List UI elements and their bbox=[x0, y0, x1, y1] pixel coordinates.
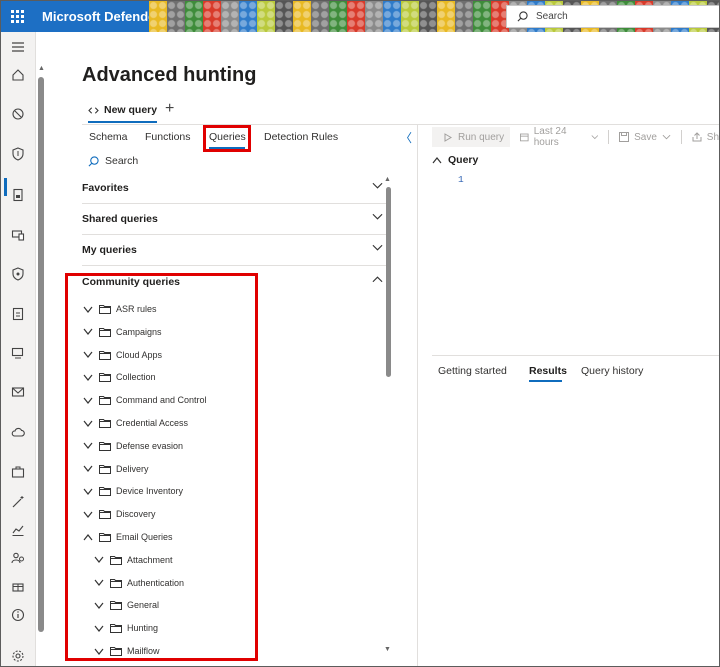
active-indicator bbox=[4, 178, 7, 196]
line-number: 1 bbox=[458, 174, 464, 185]
global-search-input[interactable]: Search bbox=[506, 5, 719, 28]
toolbar-separator bbox=[608, 130, 610, 144]
chevron-up-icon bbox=[432, 156, 442, 163]
toolbar-separator bbox=[680, 130, 682, 144]
main-scroll-up-arrow[interactable]: ▲ bbox=[38, 65, 45, 72]
menu-icon[interactable] bbox=[11, 40, 25, 54]
time-range-dropdown[interactable]: Last 24 hours bbox=[520, 126, 598, 148]
section-shared-queries[interactable]: Shared queries bbox=[82, 204, 387, 235]
nav-rail bbox=[1, 32, 36, 666]
report-icon[interactable] bbox=[11, 307, 25, 321]
results-divider bbox=[432, 355, 719, 356]
tab-detection-rules[interactable]: Detection Rules bbox=[264, 131, 338, 143]
cloud-icon[interactable] bbox=[11, 425, 25, 439]
chevron-down-icon bbox=[372, 182, 383, 189]
save-icon bbox=[619, 132, 630, 142]
calendar-icon bbox=[520, 133, 529, 142]
time-range-label: Last 24 hours bbox=[533, 126, 567, 148]
share-label: Sh bbox=[706, 131, 720, 143]
queries-search-input[interactable]: Search bbox=[88, 155, 138, 167]
code-icon bbox=[88, 106, 99, 114]
tab-results[interactable]: Results bbox=[529, 365, 567, 377]
query-toolbar: Run query Last 24 hours Save Sh bbox=[432, 126, 719, 148]
search-icon bbox=[517, 11, 528, 22]
save-label: Save bbox=[634, 131, 657, 143]
section-favorites-label: Favorites bbox=[82, 182, 129, 194]
app-window: Microsoft Defender Search ▲ Advanced hun… bbox=[0, 0, 720, 667]
section-favorites[interactable]: Favorites bbox=[82, 173, 387, 204]
page-title: Advanced hunting bbox=[82, 64, 257, 86]
search-icon bbox=[88, 155, 99, 166]
query-header-label: Query bbox=[448, 154, 479, 166]
pane-divider[interactable] bbox=[417, 125, 418, 666]
app-launcher-icon[interactable] bbox=[1, 1, 34, 32]
highlight-box-community bbox=[65, 273, 258, 661]
run-query-label: Run query bbox=[458, 131, 505, 143]
collapse-pane-chevron-icon[interactable]: 〈 bbox=[400, 129, 412, 146]
chevron-down-icon bbox=[372, 244, 383, 251]
devices-icon[interactable] bbox=[11, 228, 25, 242]
results-tab-underline bbox=[529, 380, 562, 382]
brand-title[interactable]: Microsoft Defender bbox=[42, 9, 160, 24]
settings-icon[interactable] bbox=[11, 649, 25, 663]
section-my-label: My queries bbox=[82, 244, 137, 256]
chevron-up-icon bbox=[372, 276, 383, 283]
save-button[interactable]: Save bbox=[619, 132, 671, 143]
share-button[interactable]: Sh bbox=[692, 132, 719, 143]
search-placeholder: Search bbox=[536, 11, 568, 22]
section-shared-label: Shared queries bbox=[82, 213, 158, 225]
add-query-tab-button[interactable]: + bbox=[165, 100, 174, 118]
tab-new-query[interactable]: New query bbox=[88, 101, 158, 123]
home-icon[interactable] bbox=[11, 68, 25, 82]
tab-query-history[interactable]: Query history bbox=[581, 365, 643, 377]
main-scrollbar[interactable] bbox=[38, 77, 44, 632]
tab-functions[interactable]: Functions bbox=[145, 131, 191, 143]
mail-icon[interactable] bbox=[11, 385, 25, 399]
section-my-queries[interactable]: My queries bbox=[82, 235, 387, 266]
left-scroll-up-arrow[interactable]: ▲ bbox=[384, 176, 391, 183]
tab-divider bbox=[82, 124, 719, 125]
tab-getting-started[interactable]: Getting started bbox=[438, 365, 507, 377]
top-bar: Microsoft Defender Search bbox=[1, 1, 719, 32]
run-query-button[interactable]: Run query bbox=[432, 127, 511, 147]
queries-search-placeholder: Search bbox=[105, 155, 139, 167]
info-icon[interactable] bbox=[11, 608, 25, 622]
shield-icon[interactable] bbox=[11, 147, 25, 161]
query-editor-header[interactable]: Query bbox=[432, 154, 478, 166]
briefcase-icon[interactable] bbox=[11, 465, 25, 479]
endpoint-icon[interactable] bbox=[11, 346, 25, 360]
tab-schema[interactable]: Schema bbox=[89, 131, 128, 143]
chart-icon[interactable] bbox=[11, 523, 25, 537]
left-scroll-down-arrow[interactable]: ▼ bbox=[384, 646, 391, 653]
wand-icon[interactable] bbox=[11, 495, 25, 509]
chevron-down-icon bbox=[591, 135, 598, 140]
incidents-icon[interactable] bbox=[11, 107, 25, 121]
tab-new-query-label: New query bbox=[104, 104, 158, 116]
share-icon bbox=[692, 132, 702, 142]
chevron-down-icon bbox=[372, 213, 383, 220]
shield-check-icon[interactable] bbox=[11, 267, 25, 281]
file-lock-icon[interactable] bbox=[11, 188, 25, 202]
play-icon bbox=[444, 132, 452, 142]
people-icon[interactable] bbox=[11, 551, 25, 565]
left-scrollbar[interactable] bbox=[386, 187, 391, 377]
highlight-box-queries bbox=[203, 125, 251, 152]
chevron-down-icon bbox=[662, 134, 671, 140]
gift-icon[interactable] bbox=[11, 579, 25, 593]
